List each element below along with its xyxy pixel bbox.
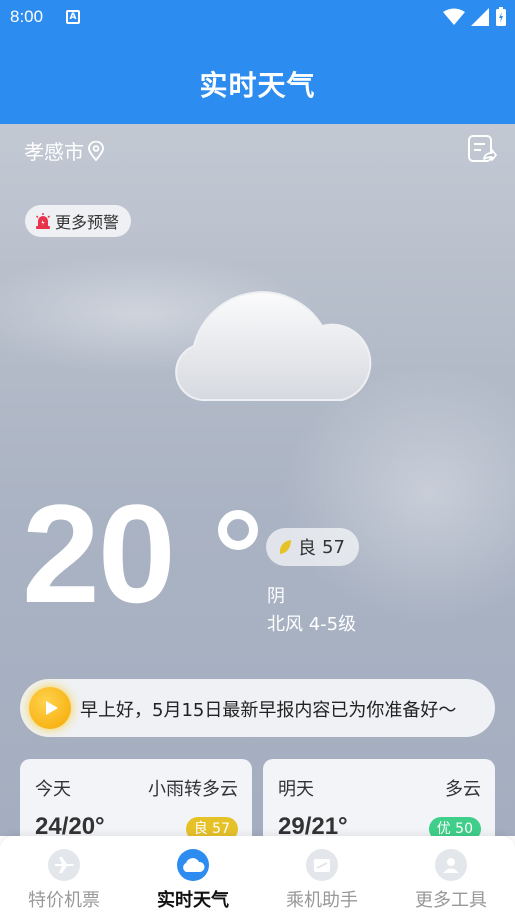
forecast-aqi-badge: 良 57 <box>185 817 238 836</box>
tab-flight-assistant[interactable]: 乘机助手 <box>258 836 386 917</box>
battery-icon <box>496 7 506 26</box>
bottom-tab-bar: 特价机票 实时天气 乘机助手 更多工具 <box>0 836 515 917</box>
cloud-illustration <box>175 291 372 401</box>
location-pin-icon <box>88 140 104 161</box>
briefing-text: 早上好，5月15日最新早报内容已为你准备好～ <box>80 700 457 721</box>
aqi-value: 57 <box>322 536 345 558</box>
leaf-icon <box>279 540 291 554</box>
tab-label: 更多工具 <box>415 890 487 911</box>
status-time: 8:00 <box>10 7 44 26</box>
tab-weather[interactable]: 实时天气 <box>129 836 257 917</box>
tab-label: 实时天气 <box>157 890 229 911</box>
cloud-icon <box>177 849 209 881</box>
notification-a-icon: A <box>66 10 80 24</box>
aqi-badge[interactable]: 良 57 <box>266 528 359 566</box>
status-bar: 8:00 A <box>0 0 515 34</box>
alarm-icon <box>35 213 51 229</box>
morning-briefing-banner[interactable]: 早上好，5月15日最新早报内容已为你准备好～ <box>20 679 495 737</box>
weather-panel: 孝感市 更多预警 20 良 57 阴 北风 4-5级 早上好，5月15日最新早报… <box>0 124 515 836</box>
forecast-card-today[interactable]: 今天 小雨转多云 24/20° 良 57 <box>20 759 252 836</box>
current-temperature: 20 <box>22 475 176 632</box>
tab-label: 特价机票 <box>28 890 100 911</box>
wind-info: 北风 4-5级 <box>267 614 357 635</box>
degree-symbol <box>218 510 258 550</box>
page-title: 实时天气 <box>199 69 316 102</box>
forecast-day: 明天 <box>278 779 314 800</box>
forecast-desc: 小雨转多云 <box>148 779 238 800</box>
location-selector[interactable]: 孝感市 <box>24 136 105 165</box>
more-alerts-label: 更多预警 <box>55 213 120 232</box>
status-icons <box>443 7 507 27</box>
user-icon <box>435 849 467 881</box>
signal-icon <box>471 8 489 26</box>
weather-condition: 阴 <box>267 586 285 607</box>
forecast-desc: 多云 <box>445 779 481 800</box>
ticket-icon <box>306 849 338 881</box>
forecast-temp: 24/20° <box>35 813 105 836</box>
plane-icon <box>48 849 80 881</box>
play-icon[interactable] <box>29 687 71 729</box>
forecast-temp: 29/21° <box>278 813 348 836</box>
more-alerts-button[interactable]: 更多预警 <box>25 205 132 237</box>
tab-more-tools[interactable]: 更多工具 <box>387 836 515 917</box>
app-header: 实时天气 <box>0 34 515 124</box>
city-name: 孝感市 <box>24 140 84 164</box>
tab-label: 乘机助手 <box>286 890 358 911</box>
forecast-day: 今天 <box>35 779 71 800</box>
wifi-icon <box>443 8 465 25</box>
forecast-aqi-badge: 优 50 <box>428 817 481 836</box>
aqi-label: 良 <box>298 538 316 559</box>
tab-cheap-flights[interactable]: 特价机票 <box>0 836 128 917</box>
forecast-card-tomorrow[interactable]: 明天 多云 29/21° 优 50 <box>263 759 495 836</box>
share-icon[interactable] <box>467 134 497 164</box>
